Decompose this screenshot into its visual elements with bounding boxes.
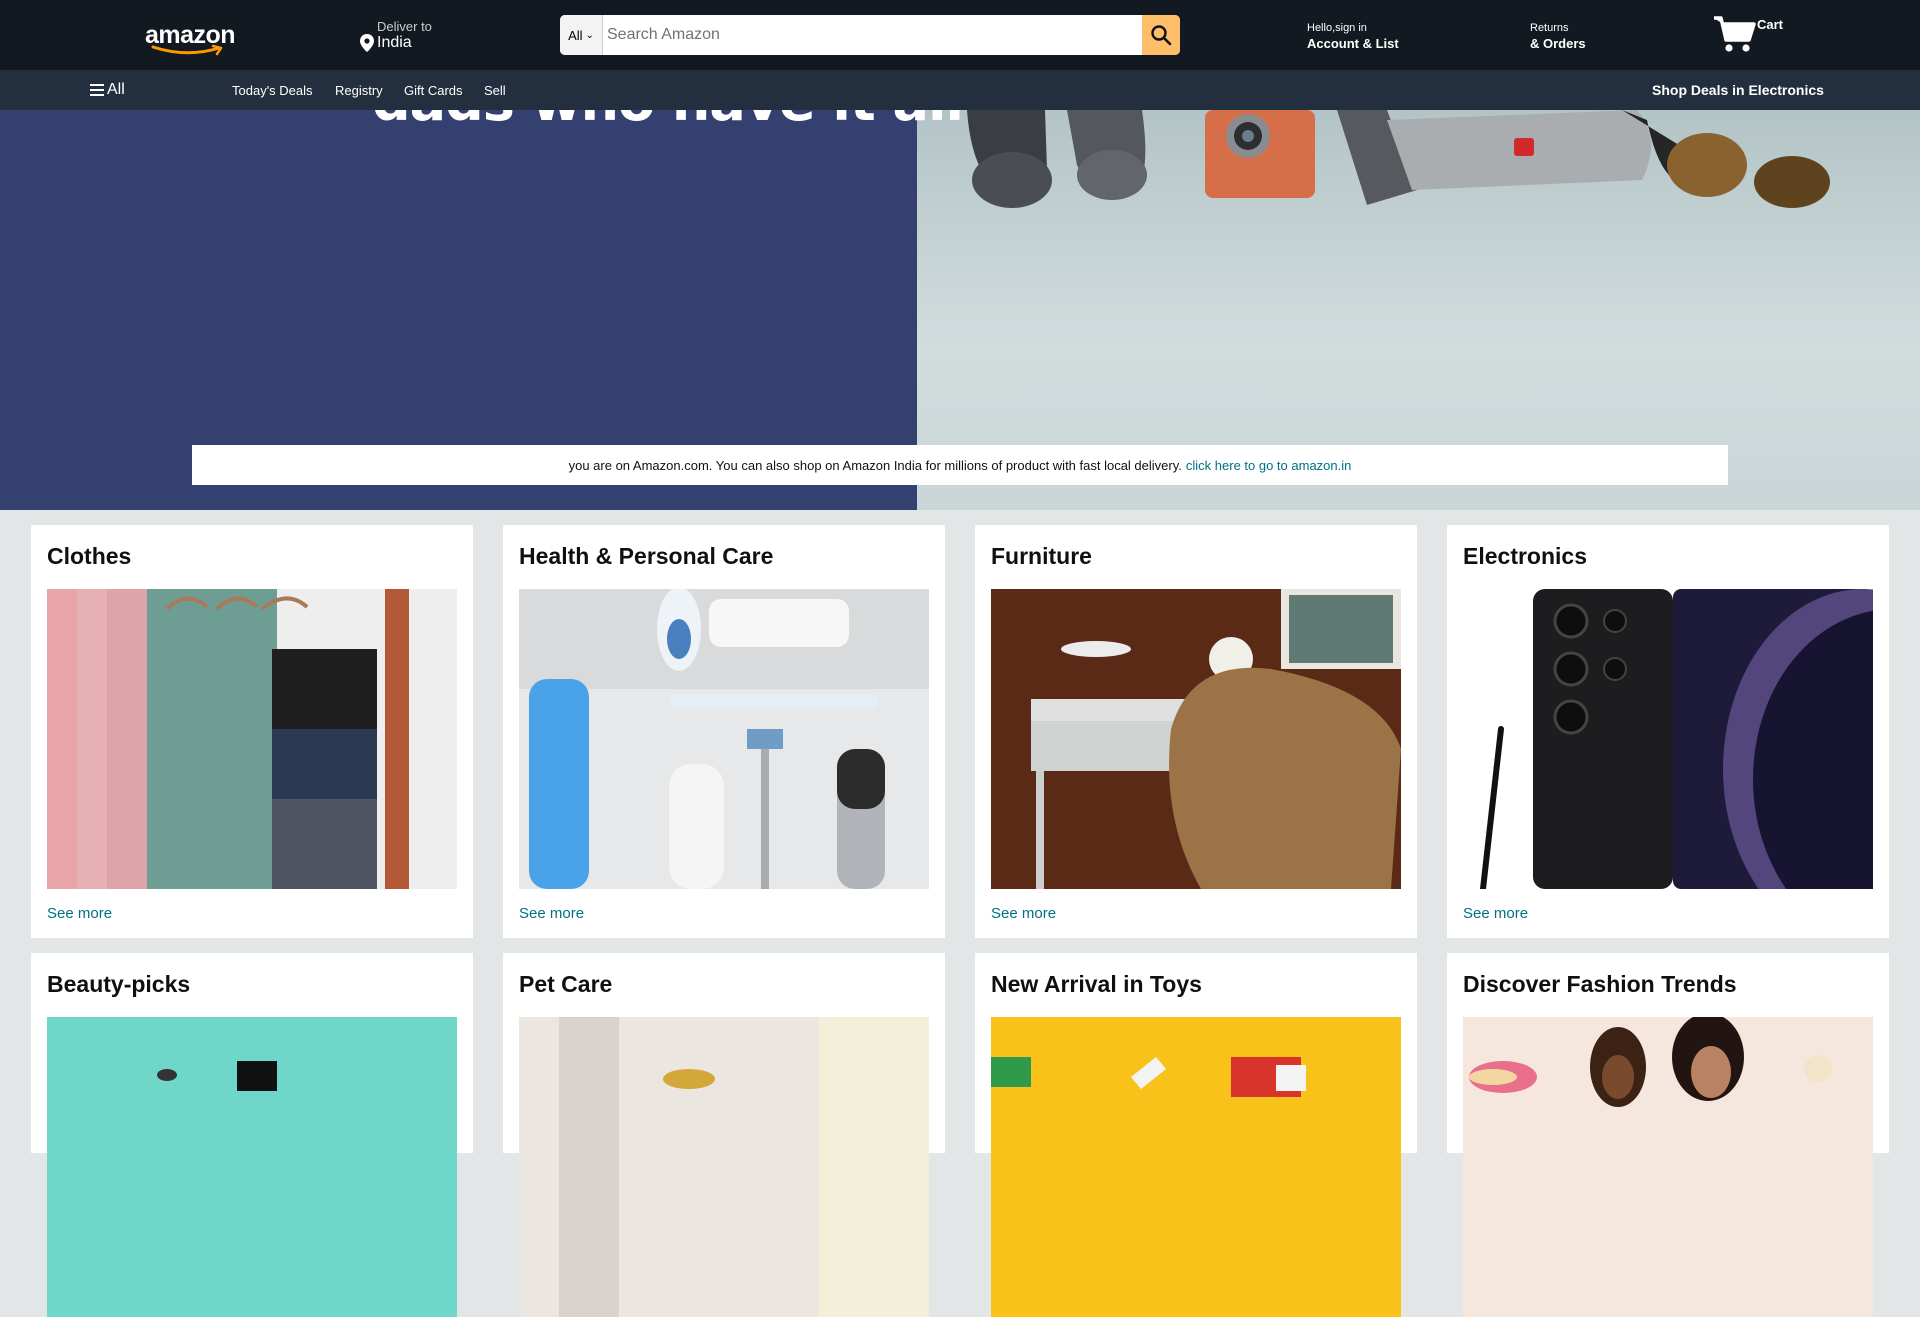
smile-arrow-icon	[151, 44, 223, 56]
nav-bar: All Today's Deals Registry Gift Cards Se…	[0, 70, 1920, 110]
search-bar: All ⌄	[560, 15, 1180, 55]
beauty-image[interactable]	[47, 1017, 457, 1317]
search-icon	[1151, 25, 1172, 46]
electronics-image[interactable]	[1463, 589, 1873, 889]
card-title: Electronics	[1463, 543, 1587, 569]
amazon-in-link[interactable]: click here to go to amazon.in	[1186, 458, 1351, 473]
furniture-image[interactable]	[991, 589, 1401, 889]
top-header: amazon Deliver to India All ⌄ Search Ama…	[0, 0, 1920, 70]
see-more-link[interactable]: See more	[47, 905, 112, 922]
amazon-logo[interactable]: amazon	[145, 20, 236, 56]
nav-sell[interactable]: Sell	[484, 83, 506, 98]
search-category-select[interactable]: All ⌄	[560, 15, 603, 55]
hero-banner[interactable]: dads who have it all you are on Amazon.c…	[0, 110, 1920, 510]
card-title: Discover Fashion Trends	[1463, 971, 1737, 997]
nav-registry[interactable]: Registry	[335, 83, 383, 98]
category-card-electronics: Electronics See more	[1447, 525, 1889, 938]
card-title: Health & Personal Care	[519, 543, 774, 569]
nav-gift-cards[interactable]: Gift Cards	[404, 83, 463, 98]
chevron-down-icon: ⌄	[585, 29, 594, 41]
clothes-image[interactable]	[47, 589, 457, 889]
card-title: New Arrival in Toys	[991, 971, 1202, 997]
see-more-link[interactable]: See more	[991, 905, 1056, 922]
search-input[interactable]	[603, 15, 1142, 55]
see-more-link[interactable]: See more	[519, 905, 584, 922]
category-card-pet-care: Pet Care	[503, 953, 945, 1317]
account-menu[interactable]: Hello,sign in Account & List	[1307, 22, 1399, 51]
fashion-image[interactable]	[1463, 1017, 1873, 1317]
location-pin-icon	[360, 34, 374, 52]
hero-headline: dads who have it all	[372, 110, 964, 133]
category-card-health: Health & Personal Care See more	[503, 525, 945, 938]
notice-text: you are on Amazon.com. You can also shop…	[568, 457, 1182, 473]
card-title: Clothes	[47, 543, 132, 569]
nav-todays-deals[interactable]: Today's Deals	[232, 83, 313, 98]
health-care-image[interactable]	[519, 589, 929, 889]
category-card-beauty: Beauty-picks	[31, 953, 473, 1317]
returns-orders[interactable]: Returns & Orders	[1530, 22, 1586, 51]
category-card-furniture: Furniture See more	[975, 525, 1417, 938]
toys-image[interactable]	[991, 1017, 1401, 1317]
category-card-clothes: Clothes See more	[31, 525, 473, 938]
cart-icon	[1714, 16, 1756, 52]
locale-notice: you are on Amazon.com. You can also shop…	[192, 445, 1728, 485]
category-card-toys: New Arrival in Toys	[975, 953, 1417, 1317]
hamburger-menu-icon	[90, 84, 104, 96]
all-menu-button[interactable]: All	[90, 81, 125, 99]
card-title: Furniture	[991, 543, 1092, 569]
card-title: Pet Care	[519, 971, 613, 997]
search-button[interactable]	[1142, 15, 1180, 55]
hero-products-image	[967, 110, 1830, 208]
cart-button[interactable]: Cart	[1712, 14, 1788, 56]
nav-electronics-deals[interactable]: Shop Deals in Electronics	[1652, 82, 1824, 98]
category-card-fashion: Discover Fashion Trends	[1447, 953, 1889, 1317]
deliver-country: India	[377, 34, 412, 51]
see-more-link[interactable]: See more	[1463, 905, 1528, 922]
deliver-label: Deliver to	[377, 19, 432, 34]
pet-care-image[interactable]	[519, 1017, 929, 1317]
card-title: Beauty-picks	[47, 971, 191, 997]
